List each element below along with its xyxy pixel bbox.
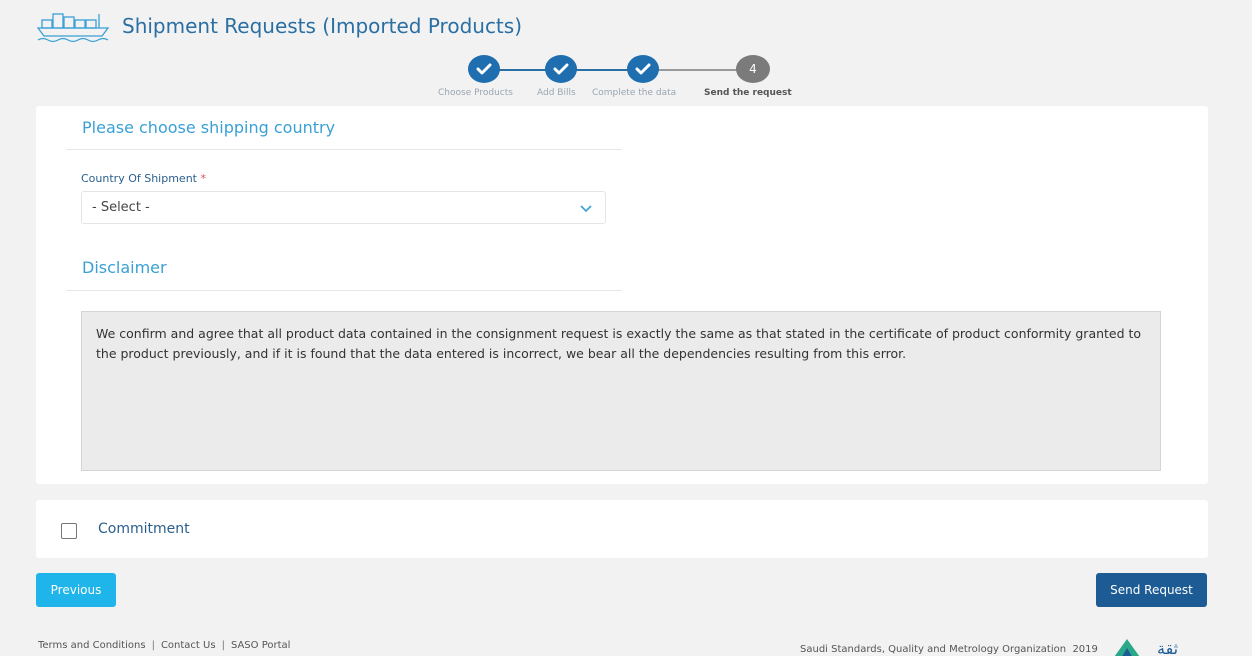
footer-org: Saudi Standards, Quality and Metrology O…: [800, 636, 1194, 656]
footer-links: Terms and Conditions | Contact Us | SASO Por…: [38, 640, 291, 651]
step-label-send-request: Send the request: [704, 88, 792, 98]
ship-icon: [36, 13, 110, 43]
step-2-check-icon: [545, 55, 577, 83]
stepper-connector: [658, 69, 738, 71]
stepper-connector: [576, 69, 628, 71]
commitment-label[interactable]: Commitment: [98, 521, 190, 537]
divider: [66, 290, 622, 291]
send-request-button[interactable]: Send Request: [1096, 573, 1207, 607]
step-3-check-icon: [627, 55, 659, 83]
step-label-add-bills: Add Bills: [537, 88, 576, 98]
contact-us-link[interactable]: Contact Us: [161, 640, 216, 651]
page-title: Shipment Requests (Imported Products): [122, 14, 522, 38]
divider: [66, 149, 622, 150]
terms-link[interactable]: Terms and Conditions: [38, 640, 146, 651]
country-of-shipment-label: Country Of Shipment *: [81, 172, 206, 185]
step-label-complete-data: Complete the data: [592, 88, 677, 98]
disclaimer-title: Disclaimer: [82, 258, 167, 277]
commitment-checkbox[interactable]: [61, 523, 77, 539]
saso-portal-link[interactable]: SASO Portal: [231, 640, 291, 651]
commitment-card: Commitment: [36, 500, 1208, 558]
country-of-shipment-select[interactable]: - Select -: [81, 191, 606, 224]
progress-stepper: 4 Choose Products Add Bills Complete the…: [438, 55, 818, 101]
disclaimer-text: We confirm and agree that all product da…: [81, 311, 1161, 471]
page-header: Shipment Requests (Imported Products): [36, 8, 522, 44]
request-form-card: Please choose shipping country Country O…: [36, 106, 1208, 484]
chevron-down-icon: [580, 205, 592, 213]
step-4-number: 4: [736, 55, 770, 83]
taqyees-logo-icon: ثقة: [1157, 639, 1178, 656]
saso-logo-icon: [1114, 639, 1140, 656]
step-1-check-icon: [468, 55, 500, 83]
previous-button[interactable]: Previous: [36, 573, 116, 607]
required-marker: *: [200, 172, 206, 185]
shipping-country-title: Please choose shipping country: [82, 118, 336, 137]
copyright-year: 2019: [1072, 643, 1098, 655]
step-label-choose-products: Choose Products: [438, 88, 513, 98]
organization-name: Saudi Standards, Quality and Metrology O…: [800, 643, 1067, 655]
select-value: - Select -: [92, 200, 150, 215]
svg-text:ثقة: ثقة: [1157, 639, 1178, 656]
